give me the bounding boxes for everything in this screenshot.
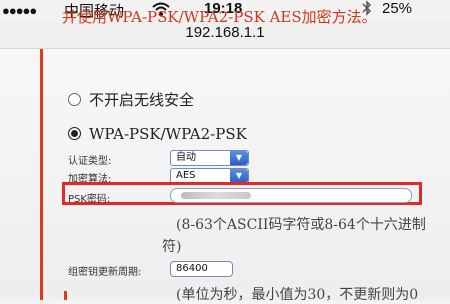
psk-password-input[interactable] <box>170 188 412 203</box>
group-key-hint: (单位为秒，最小值为30，不更新则为0 <box>176 287 419 303</box>
security-notice: 并使用WPA-PSK/WPA2-PSK AES加密方法。 <box>62 8 377 26</box>
psk-hint-line2: 符) <box>162 239 182 255</box>
radio-wpa-psk-label: WPA-PSK/WPA2-PSK <box>89 125 247 143</box>
radio-no-security-button[interactable] <box>68 93 81 106</box>
left-divider <box>40 49 43 300</box>
chevron-down-icon[interactable]: ▼ <box>230 151 248 165</box>
radio-no-security[interactable]: 不开启无线安全 <box>68 89 194 110</box>
radio-wpa-psk-button[interactable] <box>68 127 81 140</box>
signal-strength: ●●●●● <box>2 3 37 18</box>
auth-type-label: 认证类型: <box>68 156 112 167</box>
group-key-input[interactable]: 86400 <box>170 261 233 277</box>
radio-wpa-psk[interactable]: WPA-PSK/WPA2-PSK <box>68 125 247 143</box>
chevron-down-icon[interactable]: ▼ <box>230 169 248 183</box>
battery-level: 25% <box>382 0 413 17</box>
bottom-divider <box>64 291 67 300</box>
psk-hint-line1: (8-63个ASCII码字符或8-64个十六进制 <box>176 217 426 233</box>
obscured-password <box>181 192 251 199</box>
group-key-label: 组密钥更新周期: <box>68 267 142 278</box>
psk-password-label: PSK密码: <box>68 194 111 205</box>
auth-type-value: 自动 <box>176 152 196 163</box>
auth-type-select[interactable]: 自动 ▼ <box>170 150 249 166</box>
encryption-value: AES <box>176 170 196 181</box>
radio-no-security-label: 不开启无线安全 <box>89 91 195 109</box>
